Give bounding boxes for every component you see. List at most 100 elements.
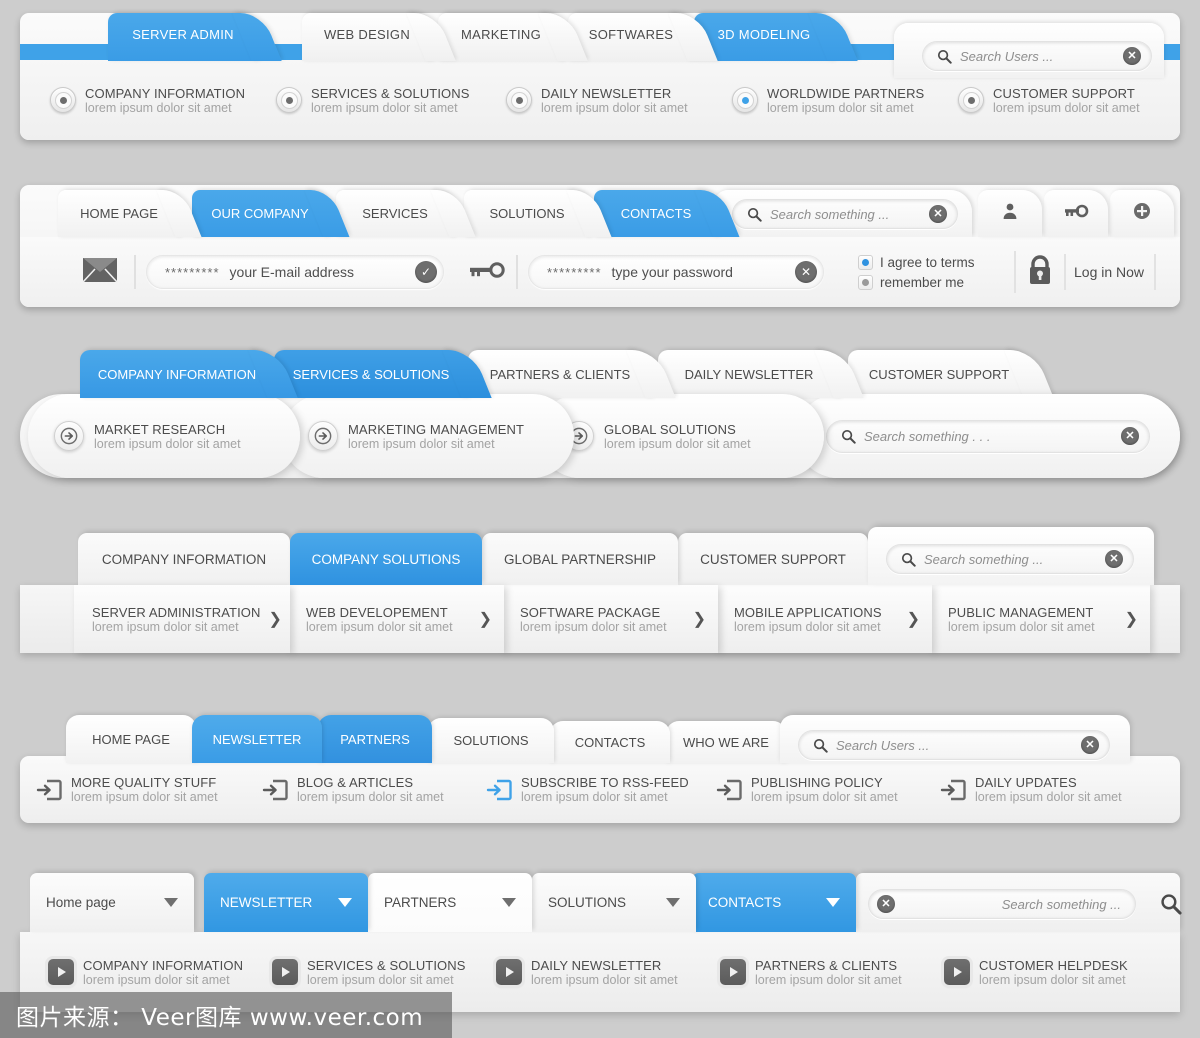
menu-item-daily-updates[interactable]: DAILY UPDATES lorem ipsum dolor sit amet (940, 775, 1122, 804)
tab-customer-support[interactable]: CUSTOMER SUPPORT (678, 533, 868, 585)
menu-item-subscribe-rss-feed[interactable]: SUBSCRIBE TO RSS-FEED lorem ipsum dolor … (486, 775, 689, 804)
card-title: MARKETING MANAGEMENT (348, 421, 525, 437)
menu-item-publishing-policy[interactable]: PUBLISHING POLICY lorem ipsum dolor sit … (716, 775, 898, 804)
section-5-body: MORE QUALITY STUFF lorem ipsum dolor sit… (20, 756, 1180, 823)
menu-item-partners-clients[interactable]: PARTNERS & CLIENTS lorem ipsum dolor sit… (720, 958, 902, 987)
menu-item-blog-articles[interactable]: BLOG & ARTICLES lorem ipsum dolor sit am… (262, 775, 444, 804)
checkbox-remember-me[interactable]: remember me (858, 274, 975, 290)
tab-company-information[interactable]: COMPANY INFORMATION (80, 350, 298, 398)
checkbox-agree-terms[interactable]: I agree to terms (858, 254, 975, 270)
tab-who-we-are[interactable]: WHO WE ARE (666, 721, 786, 763)
card-subtitle: lorem ipsum dolor sit amet (94, 436, 241, 451)
tab-home-page[interactable]: HOME PAGE (58, 190, 202, 237)
search-users-field[interactable]: Search Users ... ✕ (922, 41, 1152, 71)
submenu-software-package[interactable]: SOFTWARE PACKAGE lorem ipsum dolor sit a… (502, 585, 718, 653)
clear-icon[interactable]: ✕ (1081, 736, 1099, 754)
menu-item-customer-helpdesk[interactable]: CUSTOMER HELPDESK lorem ipsum dolor sit … (944, 958, 1128, 987)
clear-icon[interactable]: ✕ (1121, 427, 1139, 445)
dropdown-partners[interactable]: PARTNERS (368, 873, 532, 932)
tab-services[interactable]: SERVICES (336, 190, 476, 237)
search-users-field[interactable]: Search Users ... ✕ (798, 730, 1110, 760)
play-square-icon (496, 959, 522, 985)
tab-marketing[interactable]: MARKETING (438, 13, 588, 61)
clear-icon[interactable]: ✕ (1105, 550, 1123, 568)
submenu-subtitle: lorem ipsum dolor sit amet (948, 619, 1095, 634)
menu-item-company-information[interactable]: COMPANY INFORMATION lorem ipsum dolor si… (48, 958, 243, 987)
tab-solutions[interactable]: SOLUTIONS (428, 718, 554, 763)
tab-newsletter[interactable]: NEWSLETTER (192, 715, 322, 763)
confirm-icon[interactable]: ✓ (415, 261, 437, 283)
submenu-server-administration[interactable]: SERVER ADMINISTRATION lorem ipsum dolor … (74, 585, 290, 653)
tab-company-solutions[interactable]: COMPANY SOLUTIONS (290, 533, 482, 585)
menu-item-worldwide-partners[interactable]: WORLDWIDE PARTNERS lorem ipsum dolor sit… (732, 86, 924, 115)
dropdown-home-page[interactable]: Home page (30, 873, 194, 932)
tab-services-solutions[interactable]: SERVICES & SOLUTIONS (274, 350, 492, 398)
password-field[interactable]: ********* type your password ✕ (528, 255, 824, 289)
submenu-web-developement[interactable]: WEB DEVELOPEMENT lorem ipsum dolor sit a… (288, 585, 504, 653)
tab-global-partnership[interactable]: GLOBAL PARTNERSHIP (482, 533, 678, 585)
tab-customer-support[interactable]: CUSTOMER SUPPORT (848, 350, 1054, 398)
tab-softwares[interactable]: SOFTWARES (568, 13, 718, 61)
search-something-field[interactable]: Search something ... ✕ (732, 199, 958, 229)
tab-contacts[interactable]: CONTACTS (594, 190, 740, 237)
user-icon (1001, 202, 1019, 225)
radio-icon[interactable] (506, 87, 532, 113)
card-market-research[interactable]: MARKET RESEARCH lorem ipsum dolor sit am… (28, 394, 300, 478)
menu-item-daily-newsletter[interactable]: DAILY NEWSLETTER lorem ipsum dolor sit a… (496, 958, 678, 987)
tab-home-page[interactable]: HOME PAGE (66, 715, 196, 763)
search-something-field[interactable]: Search something ... ✕ (886, 544, 1134, 574)
tab-label: WEB DESIGN (323, 26, 411, 42)
clear-icon[interactable]: ✕ (795, 261, 817, 283)
clear-icon[interactable]: ✕ (1123, 47, 1141, 65)
menu-item-services-solutions[interactable]: SERVICES & SOLUTIONS lorem ipsum dolor s… (272, 958, 466, 987)
dropdown-newsletter[interactable]: NEWSLETTER (204, 873, 368, 932)
submenu-mobile-applications[interactable]: MOBILE APPLICATIONS lorem ipsum dolor si… (716, 585, 932, 653)
menu-item-company-information[interactable]: COMPANY INFORMATION lorem ipsum dolor si… (50, 86, 245, 115)
search-something-field[interactable]: Search something . . . ✕ (826, 419, 1150, 453)
email-field[interactable]: ********* your E-mail address ✓ (146, 255, 444, 289)
chevron-right-icon: ❯ (906, 611, 920, 628)
search-placeholder: Search something . . . (864, 428, 991, 444)
arrow-circle-icon (308, 421, 338, 451)
icon-tab-key[interactable] (1044, 190, 1108, 237)
clear-icon[interactable]: ✕ (877, 895, 895, 913)
icon-tab-add[interactable] (1110, 190, 1174, 237)
divider (1014, 251, 1016, 293)
login-button[interactable]: Log in Now (1074, 264, 1144, 280)
checkbox-icon[interactable] (858, 274, 873, 290)
tab-company-information[interactable]: COMPANY INFORMATION (78, 533, 290, 585)
submenu-public-management[interactable]: PUBLIC MANAGEMENT lorem ipsum dolor sit … (930, 585, 1150, 653)
dropdown-label: Home page (46, 895, 116, 910)
dropdown-solutions[interactable]: SOLUTIONS (532, 873, 696, 932)
card-global-solutions[interactable]: GLOBAL SOLUTIONS lorem ipsum dolor sit a… (538, 394, 824, 478)
radio-icon[interactable] (958, 87, 984, 113)
tab-web-design[interactable]: WEB DESIGN (302, 13, 456, 61)
menu-item-more-quality-stuff[interactable]: MORE QUALITY STUFF lorem ipsum dolor sit… (36, 775, 218, 804)
radio-icon[interactable] (50, 87, 76, 113)
email-masked-value: ********* (165, 264, 220, 280)
tab-partners[interactable]: PARTNERS (318, 715, 432, 763)
menu-item-title: COMPANY INFORMATION (83, 957, 244, 973)
tab-contacts[interactable]: CONTACTS (550, 721, 670, 763)
menu-item-title: CUSTOMER SUPPORT (993, 85, 1135, 101)
search-icon[interactable] (1160, 893, 1182, 920)
search-something-field[interactable]: ✕ Search something ... (868, 889, 1136, 919)
icon-tab-user[interactable] (978, 190, 1042, 237)
dropdown-contacts[interactable]: CONTACTS (692, 873, 856, 932)
card-marketing-management[interactable]: MARKETING MANAGEMENT lorem ipsum dolor s… (282, 394, 574, 478)
tab-daily-newsletter[interactable]: DAILY NEWSLETTER (658, 350, 864, 398)
tab-solutions[interactable]: SOLUTIONS (464, 190, 612, 237)
radio-icon-selected[interactable] (732, 87, 758, 113)
radio-icon[interactable] (276, 87, 302, 113)
tab-partners-clients[interactable]: PARTNERS & CLIENTS (468, 350, 676, 398)
tab-label: SERVICES (362, 206, 428, 221)
menu-item-services-solutions[interactable]: SERVICES & SOLUTIONS lorem ipsum dolor s… (276, 86, 470, 115)
menu-item-daily-newsletter[interactable]: DAILY NEWSLETTER lorem ipsum dolor sit a… (506, 86, 688, 115)
tab-our-company[interactable]: OUR COMPANY (192, 190, 350, 237)
menu-item-customer-support[interactable]: CUSTOMER SUPPORT lorem ipsum dolor sit a… (958, 86, 1140, 115)
navbar-section-2: HOME PAGE OUR COMPANY SERVICES SOLUTIONS… (20, 185, 1180, 307)
tab-server-admin[interactable]: SERVER ADMIN (108, 13, 282, 61)
submenu-title: SERVER ADMINISTRATION (92, 604, 261, 620)
checkbox-icon-checked[interactable] (858, 254, 873, 270)
clear-icon[interactable]: ✕ (929, 205, 947, 223)
